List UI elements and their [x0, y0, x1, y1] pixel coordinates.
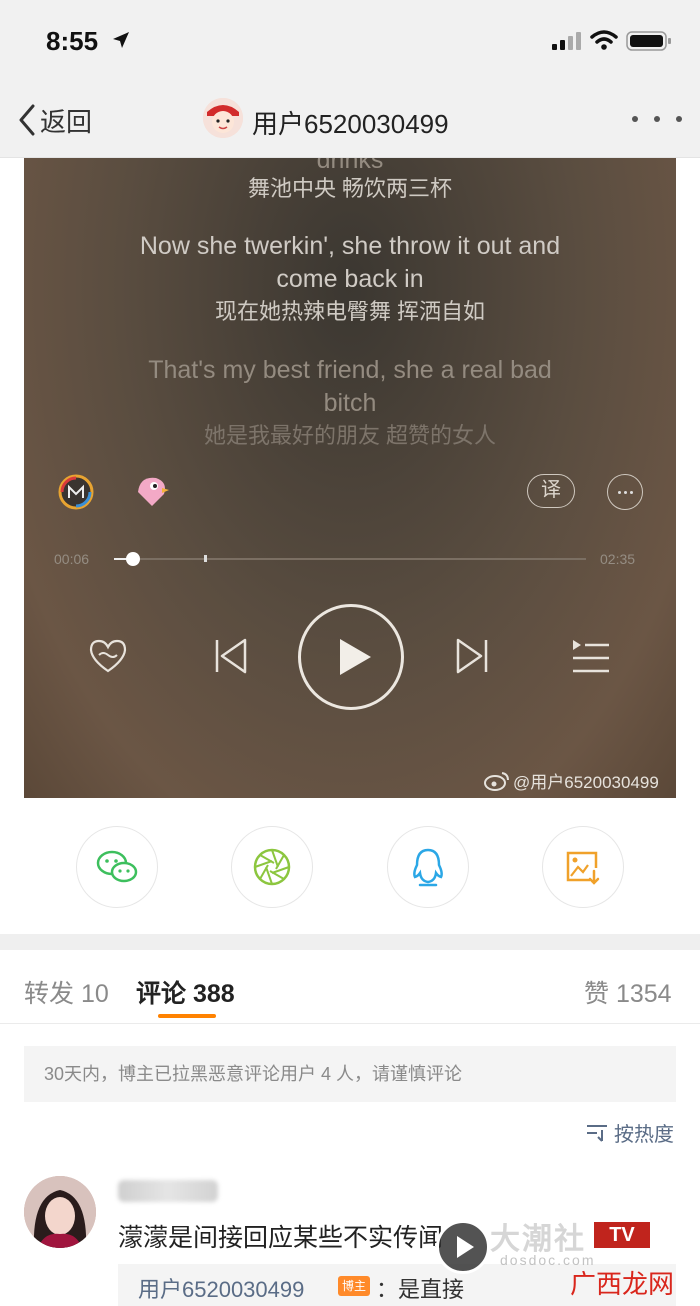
- tab-reposts[interactable]: 转发 10: [24, 974, 109, 1010]
- battery-icon: [626, 31, 671, 51]
- save-image-button[interactable]: [542, 826, 624, 908]
- cellular-signal-icon: [552, 32, 581, 50]
- tab-comments[interactable]: 评论 388: [136, 974, 235, 1010]
- reply-text: ：是直接: [376, 1277, 465, 1302]
- more-options-button[interactable]: [632, 104, 682, 134]
- share-wechat-button[interactable]: [76, 826, 158, 908]
- lyric-translation: 她是我最好的朋友 超赞的女人: [203, 423, 497, 448]
- music-player-card: drinks 舞池中央 畅饮两三杯 Now she twerkin', she …: [24, 158, 676, 798]
- music-app-logo-icon[interactable]: [58, 474, 94, 510]
- share-moments-button[interactable]: [231, 826, 313, 908]
- lyric-line: Now she twerkin', she throw it out and: [139, 232, 561, 260]
- wifi-icon: [590, 30, 618, 50]
- share-qq-button[interactable]: [387, 826, 469, 908]
- chevron-left-icon: [19, 104, 35, 136]
- commenter-avatar[interactable]: [24, 1176, 96, 1248]
- nav-bar: 返回 用户6520030499: [0, 80, 700, 158]
- site-watermark: 广西龙网: [570, 1269, 675, 1299]
- bird-mascot-icon[interactable]: [132, 472, 170, 510]
- section-divider: [0, 934, 700, 950]
- back-button[interactable]: 返回: [18, 100, 92, 140]
- tab-likes[interactable]: 赞 1354: [584, 974, 672, 1010]
- lyric-line: come back in: [276, 265, 424, 293]
- back-label: 返回: [40, 106, 93, 137]
- active-tab-indicator: [158, 1014, 216, 1018]
- wechat-icon: [96, 850, 138, 883]
- qq-penguin-icon: [413, 848, 443, 887]
- play-icon: [457, 1236, 474, 1258]
- author-badge: 博主: [338, 1276, 371, 1296]
- commenter-name-blurred: [118, 1180, 218, 1202]
- weibo-watermark: @用户6520030499: [484, 768, 659, 793]
- avatar-image: [203, 98, 243, 138]
- location-arrow-icon: [113, 32, 129, 48]
- reply-username[interactable]: 用户6520030499: [138, 1272, 304, 1304]
- moments-aperture-icon: [253, 848, 291, 886]
- lyric-line: bitch: [323, 389, 377, 417]
- interaction-tabs: 转发 10 评论 388 赞 1354: [0, 950, 700, 1024]
- sort-label: 按热度: [614, 1124, 674, 1146]
- total-time: 02:35: [600, 551, 636, 567]
- previous-track-icon[interactable]: [213, 637, 249, 675]
- play-icon: [340, 639, 371, 675]
- save-image-icon: [566, 851, 600, 885]
- sort-by-hot-button[interactable]: 按热度: [586, 1118, 674, 1147]
- like-heart-icon[interactable]: [88, 638, 128, 674]
- lyric-translation: 舞池中央 畅饮两三杯: [247, 176, 453, 201]
- next-track-icon[interactable]: [454, 637, 490, 675]
- watermark-text: @用户6520030499: [513, 773, 659, 792]
- player-more-button[interactable]: [607, 474, 643, 510]
- nav-username[interactable]: 用户6520030499: [252, 104, 449, 141]
- progress-track[interactable]: [114, 558, 586, 560]
- status-bar: 8:55: [0, 0, 700, 80]
- status-time: 8:55: [46, 26, 99, 56]
- share-row: [0, 798, 700, 934]
- block-notice: 30天内，博主已拉黑恶意评论用户 4 人，请谨慎评论: [24, 1046, 676, 1102]
- progress-knob[interactable]: [125, 552, 140, 566]
- translate-button[interactable]: 译: [527, 474, 575, 508]
- user-avatar[interactable]: [203, 98, 243, 138]
- tv-badge: TV: [594, 1222, 650, 1248]
- comment-text: 濛濛是间接回应某些不实传闻: [118, 1224, 444, 1252]
- commenter-photo: [24, 1176, 96, 1248]
- weibo-logo-icon: [484, 771, 509, 791]
- buffer-marker: [204, 555, 207, 562]
- sort-icon: [587, 1124, 607, 1142]
- play-button[interactable]: [298, 604, 404, 710]
- video-play-overlay[interactable]: [436, 1220, 490, 1274]
- playlist-icon[interactable]: [570, 638, 612, 674]
- lyric-line: That's my best friend, she a real bad: [148, 356, 552, 384]
- current-time: 00:06: [54, 551, 90, 567]
- lyric-translation: 现在她热辣电臀舞 挥洒自如: [214, 299, 486, 324]
